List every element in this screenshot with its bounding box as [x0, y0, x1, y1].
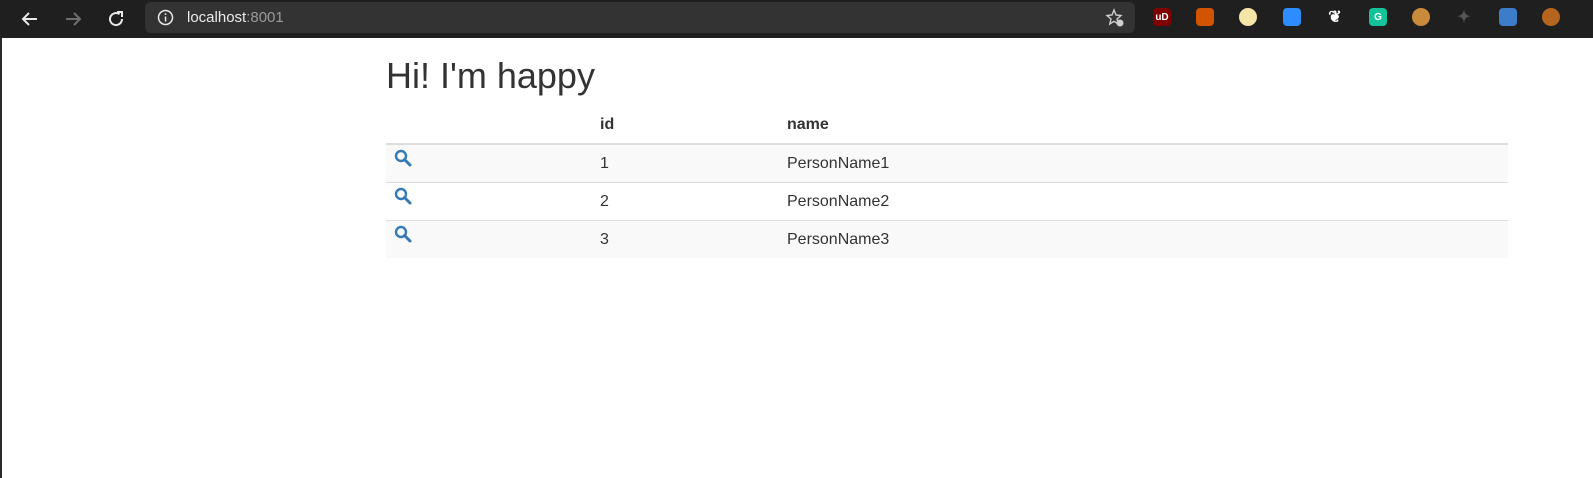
- zoom-icon[interactable]: [1283, 8, 1301, 26]
- table-row: 2 PersonName2: [386, 182, 1508, 221]
- dropbox-icon[interactable]: [1499, 8, 1517, 26]
- ublock-icon[interactable]: uD: [1153, 8, 1171, 26]
- column-header-id: id: [592, 106, 779, 145]
- name-cell: PersonName3: [779, 220, 1508, 258]
- browser-toolbar: localhost:8001 uD ❦ G ✦: [0, 0, 1593, 38]
- action-cell: [386, 143, 592, 183]
- avatar-icon[interactable]: [1542, 8, 1560, 26]
- url-text: localhost:8001: [187, 9, 284, 26]
- table-row: 3 PersonName3: [386, 220, 1508, 258]
- address-bar[interactable]: localhost:8001: [145, 2, 1135, 33]
- reload-icon: [109, 11, 124, 27]
- view-search-icon[interactable]: [394, 149, 412, 167]
- cookie-icon[interactable]: [1412, 8, 1430, 26]
- id-cell: 2: [592, 182, 779, 221]
- persons-table: id name 1 PersonName1 2 PersonName2 3 Pe…: [386, 106, 1508, 258]
- url-host: localhost: [187, 9, 247, 26]
- view-search-icon[interactable]: [394, 187, 412, 205]
- name-cell: PersonName1: [779, 143, 1508, 183]
- window-edge: [0, 38, 2, 478]
- info-icon[interactable]: [157, 9, 174, 31]
- bookmark-star-icon[interactable]: [1105, 8, 1125, 33]
- url-port: :8001: [246, 9, 284, 26]
- grammarly-icon[interactable]: G: [1369, 8, 1387, 26]
- action-cell: [386, 220, 592, 258]
- arrow-left-icon: [21, 12, 37, 26]
- bug-icon[interactable]: [1196, 8, 1214, 26]
- action-cell: [386, 182, 592, 221]
- column-header-action: [386, 106, 592, 145]
- column-header-name: name: [779, 106, 1508, 145]
- notes-icon[interactable]: [1239, 8, 1257, 26]
- name-cell: PersonName2: [779, 182, 1508, 221]
- gnome-icon[interactable]: ❦: [1326, 8, 1344, 26]
- id-cell: 1: [592, 143, 779, 183]
- page-title: Hi! I'm happy: [386, 55, 595, 96]
- table-row: 1 PersonName1: [386, 143, 1508, 183]
- puzzle-icon[interactable]: ✦: [1455, 8, 1473, 26]
- view-search-icon[interactable]: [394, 225, 412, 243]
- reload-button[interactable]: [102, 5, 130, 33]
- arrow-right-icon: [66, 12, 82, 26]
- table-header-row: id name: [386, 106, 1508, 145]
- back-button[interactable]: [16, 5, 44, 33]
- forward-button[interactable]: [59, 5, 87, 33]
- id-cell: 3: [592, 220, 779, 258]
